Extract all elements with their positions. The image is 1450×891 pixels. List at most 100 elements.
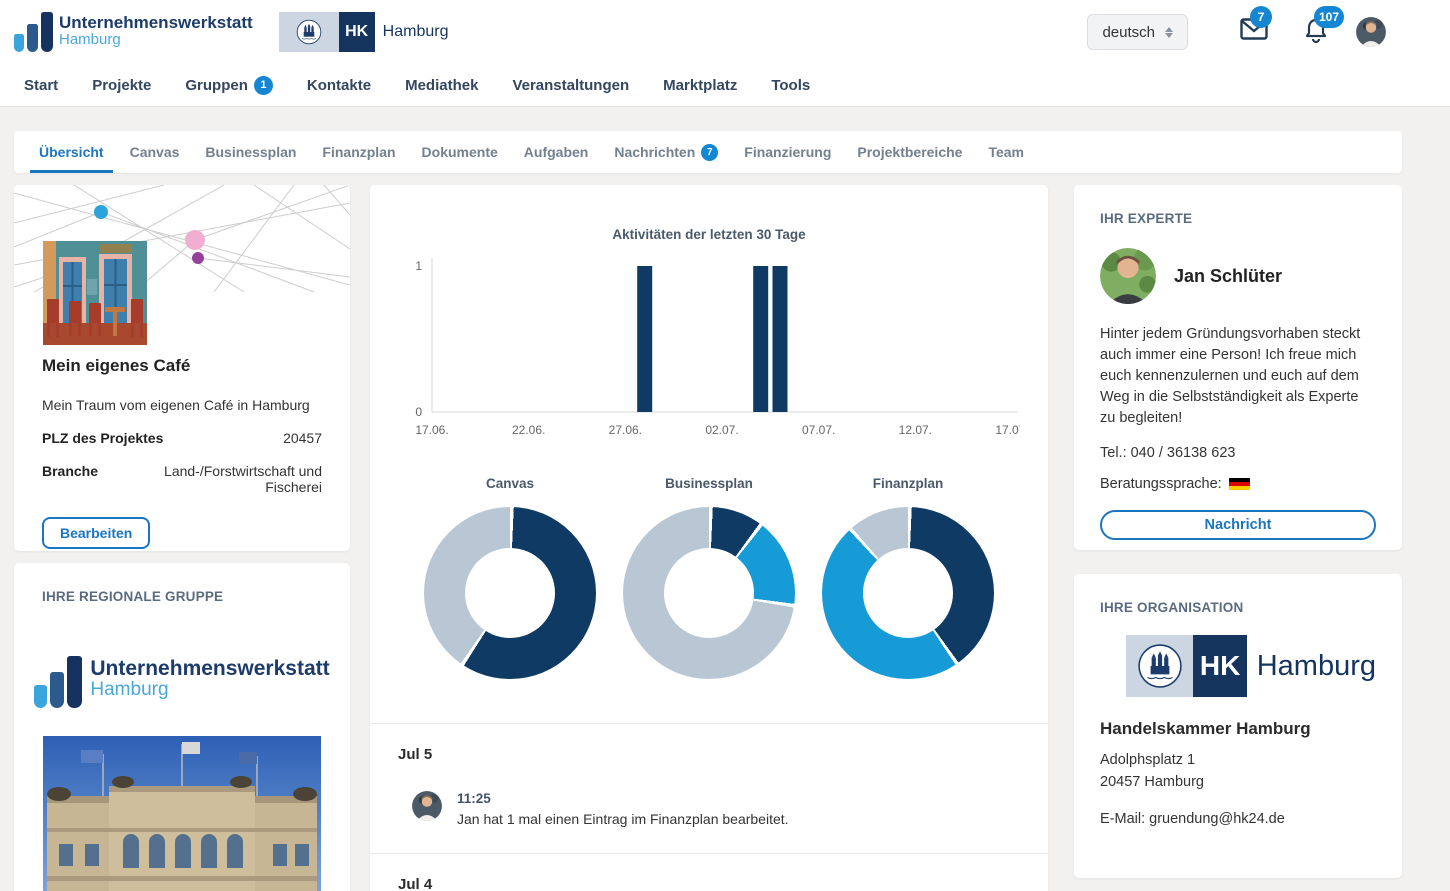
network-dot-purple	[192, 252, 204, 264]
app-logo-line2: Hamburg	[59, 32, 253, 48]
plz-value: 20457	[283, 430, 322, 446]
canvas-donut-box: Canvas	[424, 476, 596, 679]
tab-aufgaben[interactable]: Aufgaben	[515, 131, 598, 173]
group-photo	[43, 736, 321, 891]
tab-finanzplan[interactable]: Finanzplan	[313, 131, 404, 173]
canvas-donut-title: Canvas	[424, 476, 596, 491]
group-logo: Unternehmenswerkstatt Hamburg	[42, 656, 322, 708]
message-expert-button[interactable]: Nachricht	[1100, 510, 1376, 540]
organisation-card: IHRE ORGANISATION HK Hamburg Handelskamm…	[1074, 574, 1402, 878]
org-logo-abbr: HK	[1193, 635, 1246, 697]
user-avatar[interactable]	[1356, 17, 1386, 47]
gruppen-count-badge: 1	[254, 76, 273, 95]
project-tabbar: Übersicht Canvas Businessplan Finanzplan…	[14, 131, 1402, 173]
german-flag-icon	[1229, 478, 1250, 491]
tab-team[interactable]: Team	[979, 131, 1033, 173]
project-card: Mein eigenes Café Mein Traum vom eigenen…	[14, 185, 350, 551]
nav-item-gruppen[interactable]: Gruppen1	[185, 76, 273, 95]
project-description: Mein Traum vom eigenen Café in Hamburg	[42, 397, 322, 413]
group-logo-icon	[34, 656, 82, 708]
finanzplan-donut-box: Finanzplan	[822, 476, 994, 679]
group-logo-line2: Hamburg	[90, 680, 329, 700]
partner-logo-abbr: HK	[339, 12, 375, 52]
progress-donuts: Canvas Businessplan Finanzplan	[398, 476, 1020, 679]
tab-uebersicht[interactable]: Übersicht	[30, 131, 113, 173]
edit-project-button[interactable]: Bearbeiten	[42, 517, 150, 549]
main-nav: Start Projekte Gruppen1 Kontakte Mediath…	[0, 64, 1450, 106]
timeline-group: Jul 5 11:25 Jan hat 1 mal einen Eintrag …	[370, 723, 1048, 853]
top-header: Unternehmenswerkstatt Hamburg HK Hamburg…	[0, 0, 1450, 107]
timeline-entry-time: 11:25	[457, 791, 789, 806]
expert-card-heading: IHR EXPERTE	[1100, 211, 1376, 226]
org-name: Handelskammer Hamburg	[1100, 719, 1376, 739]
project-title: Mein eigenes Café	[42, 356, 322, 376]
tab-finanzierung[interactable]: Finanzierung	[735, 131, 840, 173]
timeline-entry-text: Jan hat 1 mal einen Eintrag im Finanzpla…	[457, 811, 789, 827]
partner-logo: HK Hamburg	[279, 12, 449, 52]
org-logo-name: Hamburg	[1247, 650, 1376, 683]
svg-text:27.06.: 27.06.	[609, 423, 642, 437]
svg-text:02.07.: 02.07.	[705, 423, 738, 437]
tab-canvas[interactable]: Canvas	[121, 131, 189, 173]
tab-projektbereiche[interactable]: Projektbereiche	[848, 131, 971, 173]
activity-timeline: Jul 5 11:25 Jan hat 1 mal einen Eintrag …	[398, 723, 1020, 891]
expert-phone: Tel.: 040 / 36138 623	[1100, 445, 1376, 461]
businessplan-donut-title: Businessplan	[623, 476, 795, 491]
messages-button[interactable]: 7	[1240, 18, 1268, 46]
network-dot-pink	[185, 230, 205, 250]
notifications-button[interactable]: 107	[1304, 18, 1332, 46]
partner-logo-name: Hamburg	[375, 23, 449, 41]
timeline-entry: 11:25 Jan hat 1 mal einen Eintrag im Fin…	[398, 791, 1020, 827]
project-plz-row: PLZ des Projektes 20457	[42, 430, 322, 446]
network-dot-blue	[94, 205, 108, 219]
finanzplan-donut-title: Finanzplan	[822, 476, 994, 491]
main-content: Übersicht Canvas Businessplan Finanzplan…	[0, 107, 1450, 891]
tab-dokumente[interactable]: Dokumente	[413, 131, 507, 173]
org-address-line2: 20457 Hamburg	[1100, 771, 1376, 793]
tab-businessplan[interactable]: Businessplan	[196, 131, 305, 173]
nav-item-marktplatz[interactable]: Marktplatz	[663, 77, 737, 94]
expert-name: Jan Schlüter	[1174, 266, 1282, 287]
nav-item-mediathek[interactable]: Mediathek	[405, 77, 478, 94]
branche-label: Branche	[42, 463, 98, 495]
plz-label: PLZ des Projektes	[42, 430, 163, 446]
svg-text:17.07.: 17.07.	[995, 423, 1020, 437]
regional-group-card: IHRE REGIONALE GRUPPE Unternehmenswerkst…	[14, 563, 350, 891]
group-card-heading: IHRE REGIONALE GRUPPE	[42, 589, 322, 604]
nav-item-veranstaltungen[interactable]: Veranstaltungen	[512, 77, 629, 94]
project-branche-row: Branche Land-/Forstwirtschaft und Fische…	[42, 463, 322, 495]
timeline-entry-avatar	[412, 791, 442, 821]
svg-text:22.06.: 22.06.	[512, 423, 545, 437]
nav-item-projekte[interactable]: Projekte	[92, 77, 151, 94]
timeline-group: Jul 4	[370, 853, 1048, 891]
donut-chart	[623, 507, 795, 679]
app-logo-icon	[14, 12, 53, 52]
org-logo: HK Hamburg	[1126, 635, 1376, 697]
timeline-date: Jul 4	[398, 876, 1020, 891]
hk-emblem-icon	[1126, 635, 1193, 697]
nachrichten-count-badge: 7	[701, 144, 718, 161]
svg-text:0: 0	[415, 405, 422, 419]
org-email: E-Mail: gruendung@hk24.de	[1100, 811, 1376, 827]
svg-text:1: 1	[415, 259, 422, 273]
expert-bio: Hinter jedem Gründungsvorhaben steckt au…	[1100, 324, 1376, 429]
timeline-date: Jul 5	[398, 746, 1020, 763]
activity-bar-chart: 1017.06.22.06.27.06.02.07.07.07.12.07.17…	[398, 250, 1020, 440]
nav-item-kontakte[interactable]: Kontakte	[307, 77, 371, 94]
messages-count-badge: 7	[1250, 6, 1272, 28]
tab-nachrichten[interactable]: Nachrichten7	[605, 131, 727, 173]
nav-item-start[interactable]: Start	[24, 77, 58, 94]
svg-text:17.06.: 17.06.	[415, 423, 448, 437]
svg-text:12.07.: 12.07.	[899, 423, 932, 437]
language-selector[interactable]: deutsch	[1087, 14, 1188, 50]
app-logo[interactable]: Unternehmenswerkstatt Hamburg	[14, 12, 253, 52]
chevron-updown-icon	[1165, 27, 1173, 38]
activity-chart-title: Aktivitäten der letzten 30 Tage	[398, 227, 1020, 242]
nav-item-tools[interactable]: Tools	[771, 77, 810, 94]
expert-card: IHR EXPERTE Jan Schlüter Hinter jedem Gr…	[1074, 185, 1402, 550]
hk-emblem-icon	[279, 12, 339, 52]
donut-chart	[822, 507, 994, 679]
activity-card: Aktivitäten der letzten 30 Tage 1 0 17.06.…	[370, 185, 1048, 891]
language-selector-value: deutsch	[1102, 24, 1155, 41]
notifications-count-badge: 107	[1314, 6, 1344, 28]
